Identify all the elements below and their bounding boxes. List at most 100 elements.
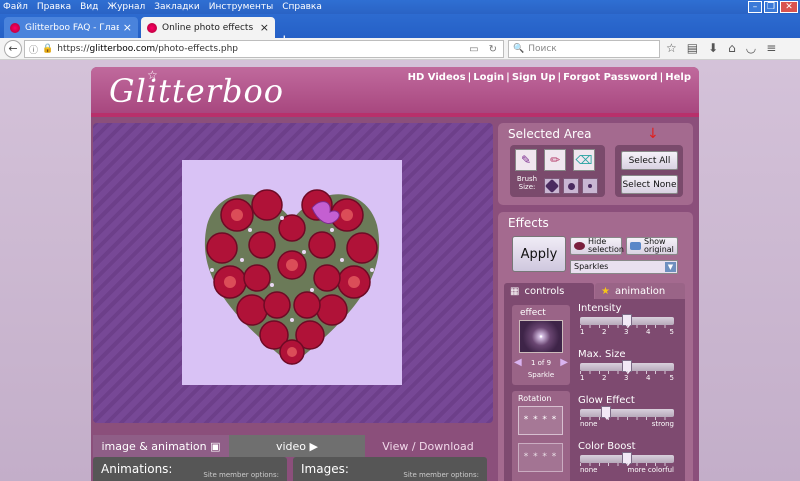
scale-label: none bbox=[580, 466, 598, 474]
site-header: Glitterboo ☆ HD Videos | Login | Sign Up | Forg… bbox=[91, 67, 699, 117]
brush-add-icon[interactable]: ✎ bbox=[515, 149, 537, 171]
logo[interactable]: Glitterboo ☆ bbox=[109, 68, 284, 110]
rotation-picker: Rotation * * * * * * * * bbox=[512, 391, 570, 481]
selection-buttons: Select All Select None bbox=[615, 145, 683, 197]
tab-animation[interactable]: ★ animation bbox=[595, 283, 685, 299]
select-none-button[interactable]: Select None bbox=[621, 175, 678, 194]
editor-canvas[interactable] bbox=[93, 123, 493, 423]
images-panel: Images: Site member options: bbox=[293, 457, 487, 481]
minimize-icon[interactable]: – bbox=[748, 1, 762, 13]
menu-help[interactable]: Справка bbox=[282, 2, 322, 12]
menu-history[interactable]: Журнал bbox=[107, 2, 145, 12]
chevron-down-icon: ▼ bbox=[665, 262, 676, 272]
tab-close-icon[interactable]: × bbox=[123, 21, 132, 34]
link-login[interactable]: Login bbox=[473, 72, 504, 83]
brush-size-medium[interactable] bbox=[563, 178, 579, 194]
slider-label: Max. Size bbox=[578, 349, 626, 360]
search-input[interactable]: 🔍 Поиск bbox=[508, 40, 660, 58]
next-arrow-icon[interactable]: ▶ bbox=[560, 357, 568, 368]
brush-pencil-icon[interactable]: ✏ bbox=[544, 149, 566, 171]
photo-rose-heart[interactable] bbox=[182, 160, 402, 385]
info-icon[interactable]: ⓘ bbox=[29, 43, 38, 56]
scale-label: 2 bbox=[602, 374, 607, 382]
eraser-icon[interactable]: ⌫ bbox=[573, 149, 595, 171]
link-forgot-password[interactable]: Forgot Password bbox=[563, 72, 657, 83]
select-all-button[interactable]: Select All bbox=[621, 151, 678, 170]
show-original-button[interactable]: Show original bbox=[626, 237, 678, 255]
tab-photo-effects[interactable]: Online photo effects editor × bbox=[141, 17, 275, 38]
menu-bookmarks[interactable]: Закладки bbox=[154, 2, 200, 12]
menu-bar: Файл Правка Вид Журнал Закладки Инструме… bbox=[0, 0, 800, 14]
tab-label: Glitterboo FAQ - Главная / П... bbox=[25, 22, 119, 33]
reader-view-icon[interactable]: ▭ bbox=[469, 44, 478, 55]
tab-glitterboo-faq[interactable]: Glitterboo FAQ - Главная / П... × bbox=[4, 17, 138, 38]
image-icon bbox=[630, 242, 641, 250]
rotation-label: Rotation bbox=[518, 394, 552, 403]
animations-panel: Animations: Site member options: bbox=[93, 457, 287, 481]
tab-view-download[interactable]: View / Download bbox=[365, 435, 491, 457]
intensity-slider: Intensity 1 2 3 4 5 bbox=[578, 303, 682, 338]
home-icon[interactable]: ⌂ bbox=[728, 41, 736, 55]
red-arrow-icon: ↓ bbox=[647, 126, 659, 142]
brush-size-large[interactable] bbox=[544, 178, 560, 194]
url-bar[interactable]: ⓘ 🔒 https://glitterboo.com/photo-effects… bbox=[24, 40, 504, 58]
menu-tools[interactable]: Инструменты bbox=[209, 2, 273, 12]
slider-scale: 1 2 3 4 5 bbox=[580, 374, 674, 384]
menu-icon[interactable]: ≡ bbox=[766, 41, 776, 55]
scale-label: more colorful bbox=[627, 466, 674, 474]
controls-icon: ▦ bbox=[510, 285, 520, 297]
tab-image-animation[interactable]: image & animation ▣ bbox=[93, 435, 229, 457]
tab-close-icon[interactable]: × bbox=[260, 21, 269, 34]
favicon-icon bbox=[10, 22, 20, 33]
bookmarks-list-icon[interactable]: ▤ bbox=[687, 41, 698, 55]
slider-track[interactable] bbox=[580, 452, 674, 466]
prev-arrow-icon[interactable]: ◀ bbox=[514, 357, 522, 368]
brush-size-small[interactable] bbox=[582, 178, 598, 194]
sparkle-preview[interactable] bbox=[519, 320, 563, 353]
scale-label: strong bbox=[651, 420, 674, 428]
selection-blob-icon bbox=[574, 242, 585, 250]
slider-label: Glow Effect bbox=[578, 395, 635, 406]
link-help[interactable]: Help bbox=[665, 72, 691, 83]
slider-scale: none more colorful bbox=[580, 466, 674, 476]
slider-track[interactable] bbox=[580, 360, 674, 374]
scale-label: 5 bbox=[669, 374, 674, 382]
rotation-option-1[interactable]: * * * * bbox=[518, 406, 563, 435]
animations-title: Animations: bbox=[101, 462, 173, 476]
nav-bar: ← ⓘ 🔒 https://glitterboo.com/photo-effec… bbox=[0, 38, 800, 60]
menu-view[interactable]: Вид bbox=[80, 2, 98, 12]
member-options-label: Site member options: bbox=[203, 471, 279, 479]
scale-label: 4 bbox=[646, 374, 651, 382]
restore-icon[interactable]: ❐ bbox=[764, 1, 778, 13]
effect-dropdown[interactable]: Sparkles ▼ bbox=[570, 260, 678, 274]
effect-name: Sparkle bbox=[527, 371, 555, 379]
download-icon[interactable]: ⬇ bbox=[708, 41, 718, 55]
back-icon[interactable]: ← bbox=[4, 40, 22, 58]
max-size-slider: Max. Size 1 2 3 4 5 bbox=[578, 349, 682, 384]
hide-selection-button[interactable]: Hide selection bbox=[570, 237, 624, 255]
effects-title: Effects bbox=[508, 216, 549, 230]
menu-edit[interactable]: Правка bbox=[37, 2, 71, 12]
star-icon: ★ bbox=[601, 285, 610, 297]
scale-label: 3 bbox=[624, 374, 629, 382]
tab-video[interactable]: video ▶ bbox=[229, 435, 365, 457]
page: Glitterboo ☆ HD Videos | Login | Sign Up | Forg… bbox=[0, 60, 800, 481]
tab-controls[interactable]: ▦ controls bbox=[504, 283, 594, 299]
reload-icon[interactable]: ↻ bbox=[489, 44, 497, 55]
apply-button[interactable]: Apply bbox=[512, 236, 566, 272]
close-window-icon[interactable]: ✕ bbox=[780, 1, 798, 13]
selected-area-title: Selected Area bbox=[508, 127, 592, 141]
slider-scale: none strong bbox=[580, 420, 674, 430]
pocket-icon[interactable]: ◡ bbox=[746, 41, 756, 55]
link-hd-videos[interactable]: HD Videos bbox=[408, 72, 466, 83]
scale-label: 1 bbox=[580, 374, 585, 382]
bookmark-star-icon[interactable]: ☆ bbox=[666, 41, 677, 55]
menu-file[interactable]: Файл bbox=[3, 2, 28, 12]
window-controls: – ❐ ✕ bbox=[748, 1, 798, 13]
images-title: Images: bbox=[301, 462, 349, 476]
slider-track[interactable] bbox=[580, 406, 674, 420]
link-sign-up[interactable]: Sign Up bbox=[512, 72, 556, 83]
rotation-option-2[interactable]: * * * * bbox=[518, 443, 563, 472]
slider-track[interactable] bbox=[580, 314, 674, 328]
member-options-label: Site member options: bbox=[403, 471, 479, 479]
